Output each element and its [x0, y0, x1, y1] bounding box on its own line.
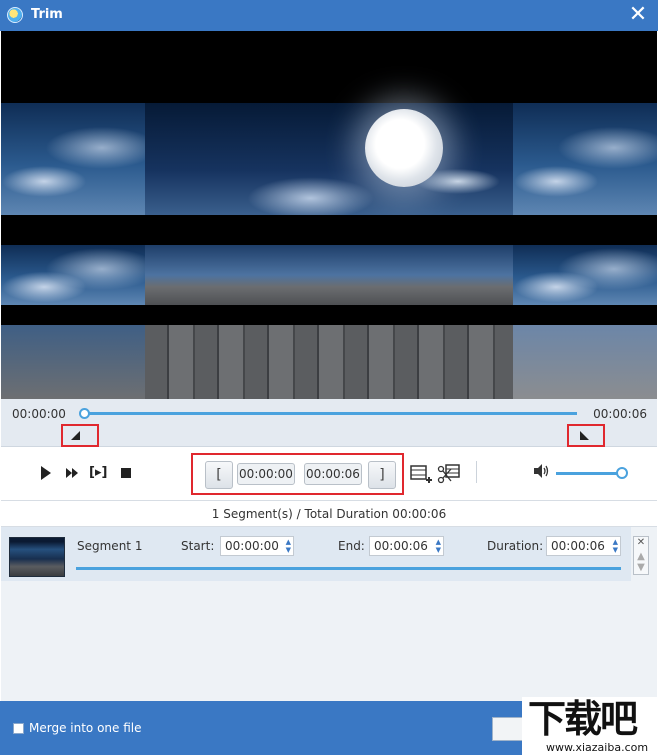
- playback-controls: [▸] [ 00:00:00 00:00:06 ]: [1, 447, 657, 500]
- split-icon[interactable]: [437, 461, 461, 485]
- segment-summary: 1 Segment(s) / Total Duration 00:00:06: [1, 500, 657, 527]
- segment-row[interactable]: Segment 1 Start: 00:00:00 ▲ ▼ End: 00:00:…: [1, 527, 631, 581]
- end-spinner-icon[interactable]: ▲ ▼: [436, 538, 441, 554]
- start-label: Start:: [181, 539, 215, 553]
- video-preview: [1, 31, 657, 399]
- start-field[interactable]: 00:00:00 ▲ ▼: [220, 536, 294, 556]
- merge-label[interactable]: Merge into one file: [29, 721, 142, 735]
- duration-value: 00:00:06: [551, 539, 605, 553]
- end-marker-icon: [580, 431, 589, 440]
- segment-list: Segment 1 Start: 00:00:00 ▲ ▼ End: 00:00:…: [1, 527, 657, 701]
- segment-thumbnail: [9, 537, 65, 577]
- scroll-down-icon[interactable]: ▼: [636, 562, 646, 573]
- timeline-start-time: 00:00:00: [12, 407, 66, 421]
- playhead-knob[interactable]: [79, 408, 90, 419]
- watermark-title: 下载吧: [528, 696, 638, 741]
- trim-end-time[interactable]: 00:00:06: [304, 463, 362, 485]
- segment-row-scroll[interactable]: ✕ ▲ ▼: [633, 536, 649, 575]
- volume-knob[interactable]: [616, 467, 628, 479]
- segment-name: Segment 1: [77, 539, 143, 553]
- timeline-track[interactable]: [83, 412, 577, 415]
- step-icon[interactable]: [▸]: [89, 464, 107, 482]
- play-icon[interactable]: [37, 464, 55, 482]
- app-icon: [7, 7, 23, 23]
- duration-spinner-icon[interactable]: ▲ ▼: [613, 538, 618, 554]
- stop-icon[interactable]: [117, 464, 135, 482]
- merge-checkbox[interactable]: [13, 723, 24, 734]
- segment-progress-bar: [76, 567, 621, 570]
- duration-label: Duration:: [487, 539, 544, 553]
- window-title: Trim: [31, 7, 63, 22]
- watermark-url: www.xiazaiba.com: [546, 741, 649, 754]
- set-start-icon[interactable]: [: [205, 461, 233, 489]
- trim-timeline: 00:00:00 00:00:06: [1, 399, 657, 447]
- start-marker-icon: [71, 431, 80, 440]
- volume-slider[interactable]: [556, 472, 622, 475]
- start-spinner-icon[interactable]: ▲ ▼: [286, 538, 291, 554]
- fast-forward-icon[interactable]: [63, 464, 81, 482]
- duration-field[interactable]: 00:00:06 ▲ ▼: [546, 536, 621, 556]
- start-marker[interactable]: [61, 424, 99, 447]
- end-field[interactable]: 00:00:06 ▲ ▼: [369, 536, 444, 556]
- set-end-icon[interactable]: ]: [368, 461, 396, 489]
- add-segment-icon[interactable]: [409, 461, 433, 485]
- volume-icon[interactable]: [532, 462, 550, 480]
- trim-start-time[interactable]: 00:00:00: [237, 463, 295, 485]
- start-value: 00:00:00: [225, 539, 279, 553]
- scroll-up-icon[interactable]: ▲: [636, 551, 646, 562]
- end-label: End:: [338, 539, 365, 553]
- end-value: 00:00:06: [374, 539, 428, 553]
- timeline-end-time: 00:00:06: [593, 407, 647, 421]
- title-bar: Trim ✕: [0, 0, 658, 31]
- controls-divider: [476, 461, 477, 483]
- watermark-logo: 下载吧 www.xiazaiba.com: [522, 697, 658, 755]
- end-marker[interactable]: [567, 424, 605, 447]
- trim-range-box: [ 00:00:00 00:00:06 ]: [191, 453, 404, 495]
- remove-segment-icon[interactable]: ✕: [636, 537, 646, 548]
- close-icon[interactable]: ✕: [626, 3, 650, 27]
